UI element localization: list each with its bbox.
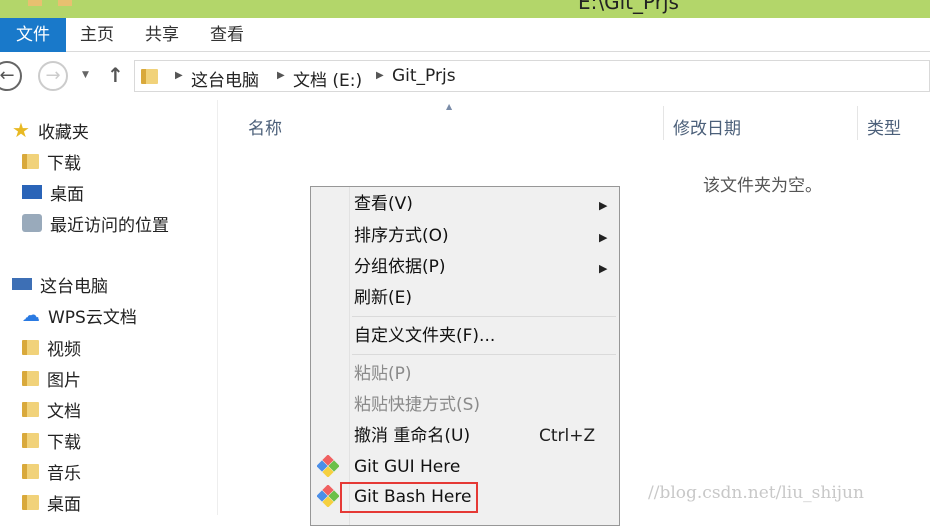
sidebar-label: 桌面	[50, 184, 84, 205]
new-folder-icon[interactable]	[58, 0, 72, 6]
menu-separator	[352, 316, 616, 317]
computer-icon	[12, 278, 32, 290]
watermark: //blog.csdn.net/liu_shijun	[648, 483, 864, 503]
submenu-arrow-icon: ▶	[599, 231, 608, 244]
column-name[interactable]: 名称	[248, 114, 282, 139]
crumb-folder[interactable]: Git_Prjs	[392, 66, 456, 86]
chevron-right-icon[interactable]: ▶	[376, 70, 384, 81]
folder-icon	[141, 69, 158, 84]
cloud-icon: ☁	[22, 304, 40, 326]
properties-icon[interactable]	[28, 0, 42, 6]
crumb-drive[interactable]: 文档 (E:)	[293, 66, 362, 91]
recent-places-icon	[22, 214, 42, 232]
folder-icon	[22, 370, 39, 386]
highlight-box	[340, 482, 478, 513]
menu-item-sort[interactable]: 排序方式(O)	[354, 222, 449, 250]
recent-dropdown-icon[interactable]: ▼	[82, 70, 89, 80]
tab-share[interactable]: 共享	[145, 18, 179, 52]
empty-folder-message: 该文件夹为空。	[703, 176, 822, 196]
submenu-arrow-icon: ▶	[599, 262, 608, 275]
sidebar-favorites[interactable]: ★ 收藏夹	[12, 117, 89, 143]
sort-up-icon: ▲	[446, 102, 453, 111]
sidebar-label: 这台电脑	[40, 276, 108, 297]
folder-icon	[22, 153, 39, 169]
git-gui-icon	[317, 455, 339, 477]
title-bar: E:\Git_Prjs	[0, 0, 930, 18]
sidebar-item-pictures[interactable]: 图片	[22, 365, 81, 391]
desktop-icon	[22, 185, 42, 199]
sidebar-item-desktop-2[interactable]: 桌面	[22, 489, 81, 515]
git-bash-icon	[317, 485, 339, 507]
folder-icon	[22, 401, 39, 417]
menu-separator	[352, 354, 616, 355]
menu-item-undo-rename[interactable]: 撤消 重命名(U)	[354, 422, 470, 450]
sidebar-label: WPS云文档	[48, 307, 137, 328]
sidebar-label: 最近访问的位置	[50, 215, 169, 236]
sidebar-label: 下载	[47, 432, 81, 453]
up-button[interactable]: ↑	[107, 63, 124, 87]
menu-item-paste[interactable]: 粘贴(P)	[354, 360, 412, 388]
crumb-this-pc[interactable]: 这台电脑	[191, 66, 259, 91]
folder-icon	[22, 339, 39, 355]
address-box[interactable]: ▶ 这台电脑 ▶ 文档 (E:) ▶ Git_Prjs	[134, 60, 930, 92]
menu-item-label: 撤消 重命名(U)	[354, 426, 471, 446]
sidebar-item-downloads[interactable]: 下载	[22, 148, 81, 174]
folder-icon	[22, 494, 39, 510]
submenu-arrow-icon: ▶	[599, 199, 608, 212]
chevron-right-icon[interactable]: ▶	[277, 70, 285, 81]
sidebar-item-documents[interactable]: 文档	[22, 396, 81, 422]
back-button[interactable]: ←	[0, 61, 22, 91]
column-modified[interactable]: 修改日期	[673, 114, 741, 139]
sidebar-label: 音乐	[47, 463, 81, 484]
menu-item-group[interactable]: 分组依据(P)	[354, 253, 446, 281]
address-bar-row: ← → ▼ ↑ ▶ 这台电脑 ▶ 文档 (E:) ▶ Git_Prjs	[0, 58, 930, 96]
sidebar-this-pc[interactable]: 这台电脑	[12, 271, 108, 297]
sidebar-item-videos[interactable]: 视频	[22, 334, 81, 360]
undo-shortcut: Ctrl+Z	[539, 426, 596, 446]
column-type[interactable]: 类型	[867, 114, 901, 139]
sidebar-label: 视频	[47, 339, 81, 360]
menu-item-view[interactable]: 查看(V)	[354, 190, 413, 218]
menu-item-refresh[interactable]: 刷新(E)	[354, 284, 412, 312]
context-menu: 查看(V) ▶ 排序方式(O) ▶ 分组依据(P) ▶ 刷新(E) 自定义文件夹(F)…	[310, 186, 620, 526]
star-icon: ★	[12, 118, 30, 142]
menu-item-git-gui[interactable]: Git GUI Here	[354, 453, 460, 481]
ribbon: 文件 主页 共享 查看	[0, 18, 930, 52]
tab-file[interactable]: 文件	[0, 18, 66, 52]
window-title: E:\Git_Prjs	[578, 0, 679, 14]
column-divider[interactable]	[663, 106, 664, 140]
navigation-pane: ★ 收藏夹 下载 桌面 最近访问的位置 这台电脑 ☁ WPS云文档 视频 图片 文档…	[0, 100, 218, 515]
chevron-right-icon[interactable]: ▶	[175, 70, 183, 81]
sidebar-label: 文档	[47, 401, 81, 422]
sidebar-item-downloads-2[interactable]: 下载	[22, 427, 81, 453]
sidebar-label: 下载	[47, 153, 81, 174]
forward-button[interactable]: →	[38, 61, 68, 91]
sidebar-label: 桌面	[47, 494, 81, 515]
column-divider[interactable]	[857, 106, 858, 140]
sidebar-label: 图片	[47, 370, 81, 391]
column-headers: ▲ 名称 修改日期 类型	[219, 100, 930, 150]
sidebar-item-desktop[interactable]: 桌面	[22, 179, 84, 205]
folder-icon	[22, 463, 39, 479]
menu-item-customize[interactable]: 自定义文件夹(F)...	[354, 322, 495, 350]
tab-view[interactable]: 查看	[210, 18, 244, 52]
sidebar-label: 收藏夹	[37, 122, 89, 143]
menu-item-paste-shortcut[interactable]: 粘贴快捷方式(S)	[354, 391, 480, 419]
tab-home[interactable]: 主页	[80, 18, 114, 52]
sidebar-item-music[interactable]: 音乐	[22, 458, 81, 484]
sidebar-item-wps[interactable]: ☁ WPS云文档	[22, 302, 137, 328]
folder-icon	[22, 432, 39, 448]
menu-gutter	[349, 187, 350, 525]
sidebar-item-recent[interactable]: 最近访问的位置	[22, 210, 169, 236]
